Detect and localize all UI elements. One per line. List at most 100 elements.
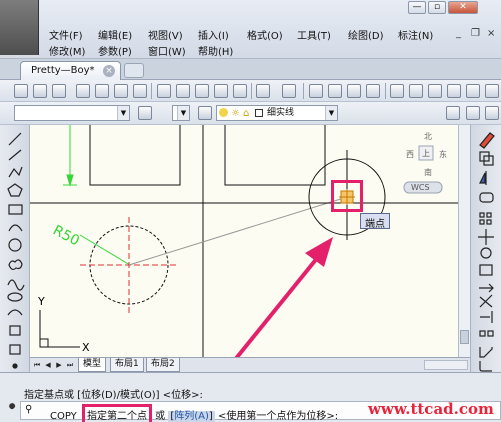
- lightbulb-icon: [219, 108, 228, 117]
- redo-icon[interactable]: [282, 84, 296, 98]
- next-layout-icon[interactable]: ▶: [54, 360, 64, 370]
- mdi-minimize-button[interactable]: _: [456, 28, 461, 39]
- mdi-restore-button[interactable]: ❐: [471, 28, 480, 39]
- color-swatch-icon: [255, 109, 263, 117]
- point-icon: [12, 363, 18, 369]
- toolbar-separator: [303, 83, 304, 99]
- command-search-icon[interactable]: ⚲: [25, 404, 32, 415]
- menu-params[interactable]: 参数(P): [98, 43, 132, 58]
- minimize-button[interactable]: —: [408, 1, 426, 14]
- zoom-window-icon[interactable]: [347, 84, 361, 98]
- menu-help[interactable]: 帮助(H): [198, 43, 233, 58]
- prompt-second-point: 指定第二个点: [86, 411, 147, 422]
- layer-state-select[interactable]: ▼: [172, 105, 190, 121]
- undo-icon[interactable]: [256, 84, 270, 98]
- layer-select[interactable]: ☼ ⌂ 细实线 ▼: [216, 105, 338, 121]
- prompt-default: <使用第一个点作为位移>:: [218, 411, 339, 422]
- vertical-scrollbar-thumb[interactable]: [460, 330, 469, 344]
- plot-icon[interactable]: [114, 84, 128, 98]
- vertical-scrollbar[interactable]: [458, 125, 470, 358]
- viewcube: 北 西 上 东 南 WCS: [403, 132, 447, 194]
- drawing-canvas[interactable]: R50 Y X 北 西 上 东 南 WCS 端点: [30, 125, 470, 358]
- copy-icon[interactable]: [176, 84, 190, 98]
- viewcube-top-label: 上: [422, 149, 430, 158]
- cut-icon[interactable]: [157, 84, 171, 98]
- tool-palettes-icon[interactable]: [428, 84, 442, 98]
- command-name: COPY: [50, 411, 77, 422]
- quickcalc-icon[interactable]: [485, 84, 499, 98]
- watermark: www.ttcad.com: [368, 400, 494, 418]
- offset-icon: [479, 192, 494, 203]
- print-icon[interactable]: [76, 84, 90, 98]
- file-tab-pretty-boy[interactable]: Pretty—Boy* ×: [20, 61, 121, 80]
- menu-dimension[interactable]: 标注(N): [398, 27, 433, 42]
- open-icon[interactable]: [33, 84, 47, 98]
- design-center-icon[interactable]: [409, 84, 423, 98]
- arc-icon: [8, 224, 23, 232]
- break-icon: [479, 330, 486, 337]
- block-editor-icon[interactable]: [233, 84, 247, 98]
- construction-line-icon: [8, 149, 22, 161]
- trim-icon: [479, 294, 493, 308]
- layout-tab-model[interactable]: 模型: [78, 358, 107, 372]
- menu-edit[interactable]: 编辑(E): [98, 27, 132, 42]
- new-icon[interactable]: [14, 84, 28, 98]
- zoom-realtime-icon[interactable]: [328, 84, 342, 98]
- toolbar-separator: [251, 83, 252, 99]
- left-rectangle-part: [89, 125, 181, 186]
- layout-tab-layout1[interactable]: 布局1: [110, 358, 144, 372]
- save-icon[interactable]: [52, 84, 66, 98]
- spline-icon: [7, 279, 25, 291]
- horizontal-scrollbar[interactable]: [424, 360, 468, 370]
- properties-icon[interactable]: [390, 84, 404, 98]
- radius-dimension-text: R50: [50, 222, 82, 249]
- fillet-icon: [479, 361, 492, 372]
- layer-freeze-icon[interactable]: [485, 106, 499, 120]
- paste-icon[interactable]: [195, 84, 209, 98]
- annotation-arrow-head: [305, 237, 333, 267]
- preview-icon[interactable]: [95, 84, 109, 98]
- close-button[interactable]: ✕: [448, 1, 478, 14]
- prev-layout-icon[interactable]: ◀: [43, 360, 53, 370]
- wrench-icon[interactable]: [4, 403, 18, 417]
- workspace-settings-icon[interactable]: [138, 106, 152, 120]
- last-layout-icon[interactable]: ⏭: [65, 360, 75, 370]
- layer-properties-icon[interactable]: [198, 106, 212, 120]
- menu-draw[interactable]: 绘图(D): [348, 27, 384, 42]
- file-tab-close-icon[interactable]: ×: [103, 65, 115, 77]
- publish-icon[interactable]: [133, 84, 147, 98]
- toolbar-separator: [385, 83, 386, 99]
- application-icon[interactable]: [0, 0, 39, 55]
- move-icon: [478, 229, 494, 245]
- command-prompt: COPY 指定第二个点 或 [阵列(A)] <使用第一个点作为位移>:: [50, 404, 338, 422]
- menu-modify[interactable]: 修改(M): [49, 43, 85, 58]
- markup-icon[interactable]: [466, 84, 480, 98]
- endpoint-tooltip: 端点: [360, 213, 390, 230]
- menu-tools[interactable]: 工具(T): [297, 27, 331, 42]
- ellipse-arc-icon: [7, 309, 23, 316]
- line-icon: [8, 132, 22, 146]
- zoom-previous-icon[interactable]: [366, 84, 380, 98]
- restore-button[interactable]: ▫: [428, 1, 446, 14]
- sheet-set-icon[interactable]: [447, 84, 461, 98]
- pan-icon[interactable]: [309, 84, 323, 98]
- layout-tab-layout2[interactable]: 布局2: [146, 358, 180, 372]
- viewcube-west: 西: [406, 150, 414, 159]
- mdi-close-button[interactable]: ×: [487, 28, 495, 39]
- prompt-array-option[interactable]: [阵列(A)]: [168, 411, 215, 422]
- make-current-icon[interactable]: [446, 106, 460, 120]
- extend-icon: [480, 311, 493, 323]
- polygon-icon: [7, 183, 23, 197]
- layer-previous-icon[interactable]: [466, 106, 480, 120]
- menu-window[interactable]: 窗口(W): [148, 43, 186, 58]
- workspace-select[interactable]: ▼: [14, 105, 130, 121]
- menu-insert[interactable]: 插入(I): [198, 27, 229, 42]
- menu-view[interactable]: 视图(V): [148, 27, 183, 42]
- menu-file[interactable]: 文件(F): [49, 27, 83, 42]
- new-tab-button[interactable]: [124, 63, 144, 78]
- first-layout-icon[interactable]: ⏮: [32, 360, 42, 370]
- insert-block-icon: [9, 325, 21, 336]
- menu-format[interactable]: 格式(O): [247, 27, 283, 42]
- match-properties-icon[interactable]: [214, 84, 228, 98]
- ellipse-icon: [7, 292, 23, 302]
